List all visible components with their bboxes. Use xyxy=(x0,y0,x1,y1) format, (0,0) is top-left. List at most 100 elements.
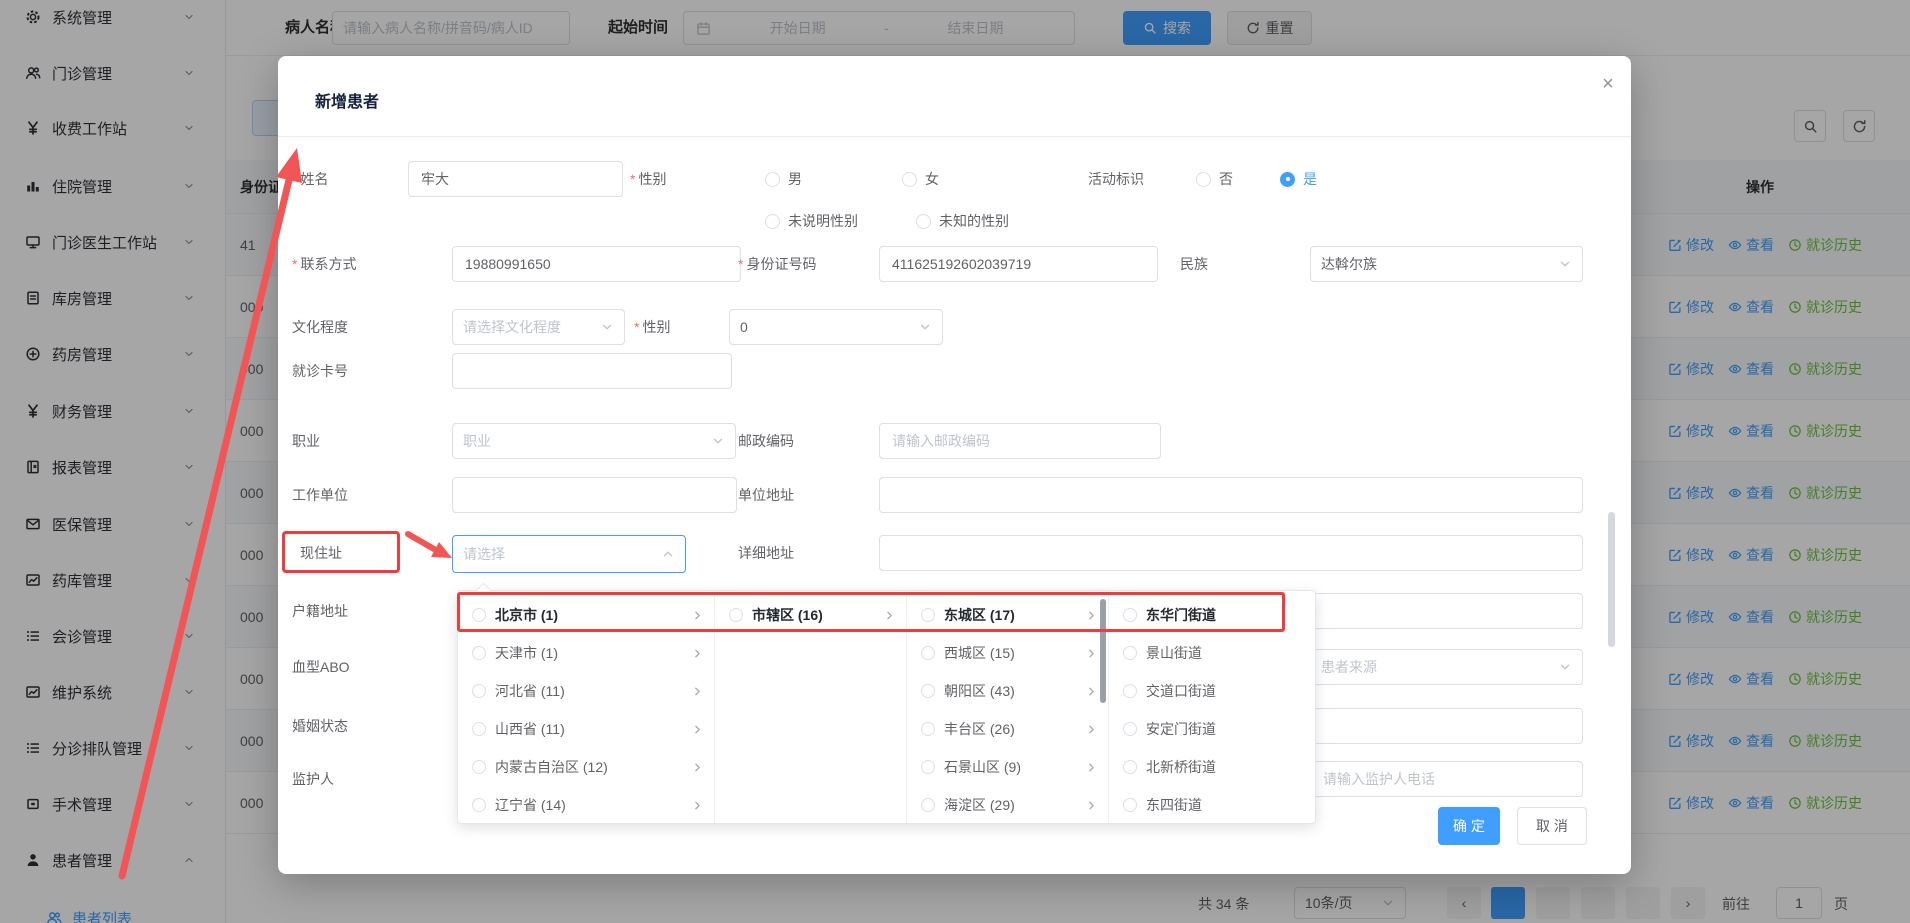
contact-label: *联系方式 xyxy=(292,246,356,282)
chevron-right-icon xyxy=(691,799,704,812)
postal-code-input[interactable] xyxy=(879,423,1161,459)
id-card-label: *身份证号码 xyxy=(738,246,816,282)
gender-label: *性别 xyxy=(630,161,666,197)
unit-address-input[interactable] xyxy=(879,477,1583,513)
cascader-option[interactable]: 河北省 (11) xyxy=(458,672,714,710)
cascader-option[interactable]: 东四街道 xyxy=(1109,786,1315,824)
visit-card-input[interactable] xyxy=(452,353,732,389)
cancel-button[interactable]: 取 消 xyxy=(1517,807,1587,845)
guardian-phone-input[interactable] xyxy=(1310,761,1583,797)
radio-icon xyxy=(1123,760,1137,774)
radio-icon xyxy=(472,646,486,660)
chevron-right-icon xyxy=(1085,799,1098,812)
ethnicity-label: 民族 xyxy=(1180,246,1208,282)
cascader-option[interactable]: 天津市 (1) xyxy=(458,634,714,672)
cascader-option[interactable]: 内蒙古自治区 (12) xyxy=(458,748,714,786)
occupation-select[interactable]: 职业 xyxy=(452,423,736,459)
chevron-right-icon xyxy=(691,647,704,660)
name-label: *姓名 xyxy=(292,161,328,197)
active-flag-radio-yes[interactable]: 是 xyxy=(1280,161,1317,197)
cascader-option[interactable]: 海淀区 (29) xyxy=(907,786,1108,824)
modal-title: 新增患者 xyxy=(315,88,379,112)
radio-icon xyxy=(921,646,935,660)
patient-source-select[interactable]: 患者来源 xyxy=(1310,649,1583,685)
education-select[interactable]: 请选择文化程度 xyxy=(452,309,625,345)
cascader-district-column: 东城区 (17) 西城区 (15) 朝阳区 (43) 丰台区 (26) xyxy=(907,591,1109,823)
contact-input[interactable] xyxy=(452,246,741,282)
radio-icon xyxy=(472,722,486,736)
chevron-right-icon xyxy=(883,609,896,622)
gender-code-select[interactable]: 0 xyxy=(729,309,943,345)
radio-icon xyxy=(472,798,486,812)
app: 系统管理 门诊管理 收费工作站 住院管理 门诊医生工作站 库房管理 xyxy=(0,0,1910,923)
ethnicity-select[interactable]: 达斡尔族 xyxy=(1310,246,1583,282)
name-input[interactable] xyxy=(408,161,623,197)
chevron-down-icon xyxy=(600,320,614,334)
cascader-option[interactable]: 市辖区 (16) xyxy=(715,596,906,634)
current-address-label: 现住址 xyxy=(300,535,342,571)
cascader-option[interactable]: 朝阳区 (43) xyxy=(907,672,1108,710)
cascader-option[interactable]: 石景山区 (9) xyxy=(907,748,1108,786)
cascader-option[interactable]: 北新桥街道 xyxy=(1109,748,1315,786)
active-flag-radio-no[interactable]: 否 xyxy=(1196,161,1233,197)
registered-address-input[interactable] xyxy=(1310,593,1583,629)
radio-icon xyxy=(921,760,935,774)
cascader-province-column: 北京市 (1) 天津市 (1) 河北省 (11) 山西省 (11) 内蒙 xyxy=(458,591,715,823)
chevron-right-icon xyxy=(691,609,704,622)
cascader-option[interactable]: 丰台区 (26) xyxy=(907,710,1108,748)
gender-radio-unknown[interactable]: 未知的性别 xyxy=(916,203,1009,239)
chevron-right-icon xyxy=(1085,723,1098,736)
marital-status-input[interactable] xyxy=(1310,708,1583,744)
modal-scrollbar[interactable] xyxy=(1608,512,1615,647)
chevron-down-icon xyxy=(1558,660,1572,674)
blood-abo-label: 血型ABO xyxy=(292,649,350,685)
cascader-option[interactable]: 安定门街道 xyxy=(1109,710,1315,748)
cascader-scrollbar[interactable] xyxy=(1100,599,1106,703)
registered-address-label: 户籍地址 xyxy=(292,593,348,629)
cascader-option[interactable]: 西城区 (15) xyxy=(907,634,1108,672)
detail-address-label: 详细地址 xyxy=(738,535,794,571)
divider xyxy=(278,136,1631,137)
id-card-input[interactable] xyxy=(879,246,1158,282)
postal-code-label: 邮政编码 xyxy=(738,423,794,459)
radio-icon xyxy=(921,722,935,736)
current-address-cascader[interactable]: 请选择 xyxy=(452,535,686,573)
radio-icon xyxy=(921,684,935,698)
cascader-option[interactable]: 北京市 (1) xyxy=(458,596,714,634)
active-flag-label: 活动标识 xyxy=(1088,161,1144,197)
chevron-down-icon xyxy=(1558,257,1572,271)
confirm-button[interactable]: 确 定 xyxy=(1438,807,1500,845)
chevron-right-icon xyxy=(691,761,704,774)
radio-icon xyxy=(729,608,743,622)
occupation-label: 职业 xyxy=(292,423,320,459)
radio-icon xyxy=(921,798,935,812)
radio-icon xyxy=(921,608,935,622)
cascader-option[interactable]: 交道口街道 xyxy=(1109,672,1315,710)
chevron-up-icon xyxy=(661,547,675,561)
chevron-right-icon xyxy=(691,685,704,698)
gender-radio-female[interactable]: 女 xyxy=(902,161,939,197)
work-unit-label: 工作单位 xyxy=(292,477,348,513)
cascader-option[interactable]: 山西省 (11) xyxy=(458,710,714,748)
radio-icon xyxy=(472,684,486,698)
guardian-label: 监护人 xyxy=(292,761,334,797)
detail-address-input[interactable] xyxy=(879,535,1583,571)
gender-code-label: *性别 xyxy=(634,309,670,345)
chevron-right-icon xyxy=(1085,685,1098,698)
work-unit-input[interactable] xyxy=(452,477,737,513)
cascader-option[interactable]: 辽宁省 (14) xyxy=(458,786,714,824)
gender-radio-male[interactable]: 男 xyxy=(765,161,802,197)
radio-icon xyxy=(1123,722,1137,736)
cascader-option[interactable]: 东华门街道 xyxy=(1109,596,1315,634)
education-label: 文化程度 xyxy=(292,309,348,345)
cascader-option[interactable]: 景山街道 xyxy=(1109,634,1315,672)
radio-icon xyxy=(472,760,486,774)
chevron-right-icon xyxy=(1085,647,1098,660)
cascader-option[interactable]: 东城区 (17) xyxy=(907,596,1108,634)
visit-card-label: 就诊卡号 xyxy=(292,353,348,389)
chevron-down-icon xyxy=(918,320,932,334)
radio-icon xyxy=(1123,646,1137,660)
address-cascader-dropdown: 北京市 (1) 天津市 (1) 河北省 (11) 山西省 (11) 内蒙 xyxy=(457,590,1316,824)
close-icon[interactable]: × xyxy=(1594,70,1622,98)
gender-radio-unstated[interactable]: 未说明性别 xyxy=(765,203,858,239)
